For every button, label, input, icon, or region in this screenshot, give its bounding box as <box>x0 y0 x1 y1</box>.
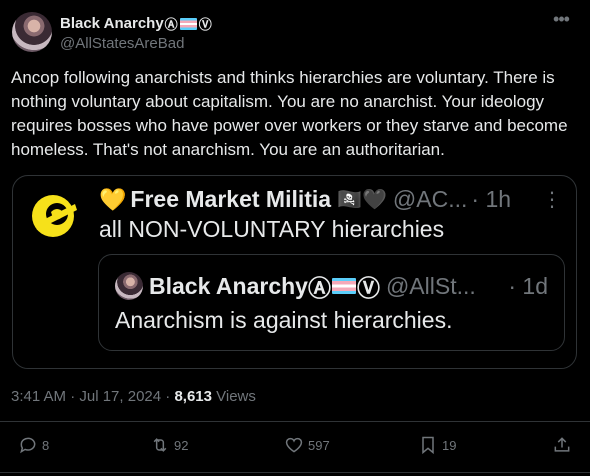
like-button[interactable]: 597 <box>284 435 330 455</box>
nested-vegan-symbol: Ⓥ <box>356 275 380 301</box>
nested-display-name[interactable]: Black Anarchy Ⓐ Ⓥ <box>149 269 380 303</box>
timestamp[interactable]: 3:41 AM · Jul 17, 2024 · <box>11 388 174 405</box>
nested-time[interactable]: · 1d <box>508 273 548 300</box>
repost-button[interactable]: 92 <box>150 435 188 455</box>
repost-icon <box>153 438 167 452</box>
quote-handle[interactable]: @AC... <box>393 186 467 213</box>
quote-text: all NON-VOLUNTARY hierarchies <box>99 216 445 242</box>
quote-fade <box>13 358 576 368</box>
more-vertical-icon[interactable]: ⋮ <box>542 187 562 212</box>
quoted-tweet[interactable]: 💛 Free Market Militia 🏴‍☠️🖤 @AC... · 1h … <box>12 175 577 369</box>
author-handle[interactable]: @AllStatesAreBad <box>60 35 212 52</box>
militia-logo-icon <box>29 190 81 238</box>
author-display-name[interactable]: Black Anarchy Ⓐ Ⓥ <box>60 14 212 33</box>
share-icon <box>554 437 570 452</box>
tweet: Black Anarchy Ⓐ Ⓥ @AllStatesAreBad ••• A… <box>0 0 590 476</box>
avatar[interactable] <box>12 12 52 52</box>
nested-avatar <box>115 272 143 300</box>
reply-count: 8 <box>42 437 50 453</box>
tweet-text: Ancop following anarchists and thinks hi… <box>11 68 568 159</box>
bookmark-button[interactable]: 19 <box>418 435 456 455</box>
views-count: 8,613 <box>174 388 212 405</box>
divider-top <box>0 421 590 422</box>
nested-trans-flag-icon <box>331 278 356 294</box>
quote-header: 💛 Free Market Militia 🏴‍☠️🖤 @AC... · 1h … <box>99 186 562 213</box>
divider-bottom <box>0 472 590 473</box>
bookmark-icon <box>422 436 434 455</box>
action-bar: 8 92 597 19 <box>0 427 590 469</box>
nested-quote-text: Anarchism is against hierarchies. <box>115 307 453 333</box>
bookmark-count: 19 <box>442 437 457 453</box>
author-names: Black Anarchy Ⓐ Ⓥ @AllStatesAreBad <box>60 12 212 54</box>
share-button[interactable] <box>552 435 572 455</box>
more-horizontal-icon[interactable]: ••• <box>548 10 574 32</box>
like-count: 597 <box>308 437 330 453</box>
anarchy-symbol: Ⓐ <box>164 17 178 32</box>
yellow-heart-icon: 💛 <box>99 186 127 212</box>
author-name-text: Black Anarchy <box>60 15 164 32</box>
nested-handle[interactable]: @AllSt... <box>386 273 476 300</box>
nested-anarchy-symbol: Ⓐ <box>307 275 331 301</box>
like-icon <box>285 437 303 453</box>
quote-display-name[interactable]: Free Market Militia <box>130 186 331 213</box>
pirate-flag-icon: 🏴‍☠️🖤 <box>337 189 387 211</box>
nested-quote-header: Black Anarchy Ⓐ Ⓥ @AllSt... · 1d <box>115 269 548 303</box>
tweet-header: Black Anarchy Ⓐ Ⓥ @AllStatesAreBad ••• <box>12 10 578 54</box>
repost-count: 92 <box>174 437 189 453</box>
tweet-meta: 3:41 AM · Jul 17, 2024 · 8,613 Views <box>11 388 256 405</box>
quote-time[interactable]: · 1h <box>471 186 511 213</box>
nested-name-text: Black Anarchy <box>149 272 308 299</box>
vegan-symbol: Ⓥ <box>198 17 212 32</box>
reply-button[interactable]: 8 <box>18 435 49 455</box>
nested-quoted-tweet[interactable]: Black Anarchy Ⓐ Ⓥ @AllSt... · 1d Anarchi… <box>98 254 565 351</box>
reply-icon <box>20 437 36 454</box>
views-label: Views <box>211 388 256 405</box>
trans-flag-icon <box>179 17 197 30</box>
